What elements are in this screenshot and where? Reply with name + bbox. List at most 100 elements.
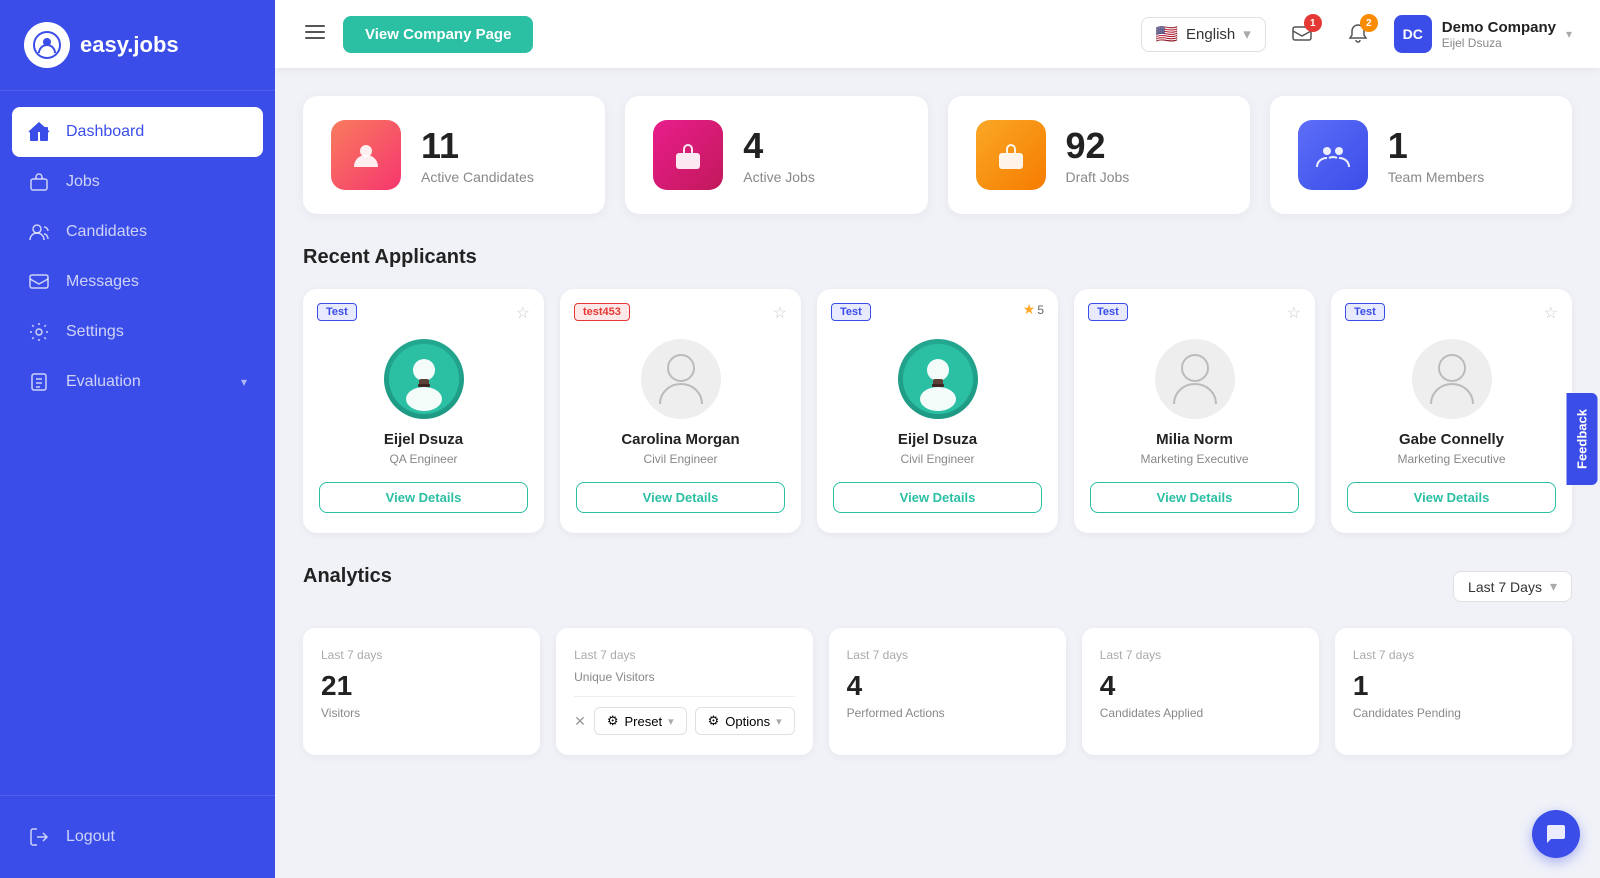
period-selector[interactable]: Last 7 Days ▾ [1453, 571, 1572, 602]
chevron-down-icon: ▾ [1566, 27, 1572, 41]
company-name: Demo Company [1442, 19, 1556, 36]
view-details-button[interactable]: View Details [1347, 482, 1556, 513]
recent-applicants-title: Recent Applicants [303, 246, 1572, 269]
logo-icon [24, 22, 70, 68]
logo: easy.jobs [0, 0, 275, 91]
analytics-period: Last 7 days [321, 648, 522, 662]
period-label: Last 7 Days [1468, 579, 1542, 595]
sidebar-item-label: Messages [66, 273, 139, 291]
options-button[interactable]: ⚙ Options ▾ [695, 707, 795, 735]
sidebar: easy.jobs Dashboard Jobs [0, 0, 275, 878]
language-selector[interactable]: 🇺🇸 English ▾ [1141, 17, 1266, 52]
language-label: English [1186, 26, 1235, 43]
stat-label-team-members: Team Members [1388, 169, 1484, 185]
analytics-period: Last 7 days [574, 648, 795, 662]
analytics-card-candidates-pending: Last 7 days 1 Candidates Pending [1335, 628, 1572, 755]
logout-icon [28, 826, 50, 848]
preset-icon: ⚙ [607, 713, 619, 729]
analytics-sublabel: Performed Actions [847, 706, 1048, 720]
candidate-role: Civil Engineer [900, 452, 974, 466]
analytics-number: 4 [1100, 670, 1301, 702]
header: View Company Page 🇺🇸 English ▾ 1 2 DC De… [275, 0, 1600, 68]
candidate-role: Civil Engineer [643, 452, 717, 466]
candidate-role: Marketing Executive [1397, 452, 1505, 466]
company-info[interactable]: DC Demo Company Eijel Dsuza ▾ [1394, 15, 1572, 53]
star-icon[interactable]: ☆ [516, 303, 530, 323]
company-user: Eijel Dsuza [1442, 36, 1556, 50]
preset-close-icon[interactable]: ✕ [574, 713, 586, 730]
company-avatar: DC [1394, 15, 1432, 53]
applicant-card-0: Test ☆ Eijel Dsuza QA Engineer View Deta… [303, 289, 544, 533]
star-rating: ★ 5 [1023, 301, 1044, 318]
home-icon [28, 121, 50, 143]
analytics-period: Last 7 days [1100, 648, 1301, 662]
candidate-name: Milia Norm [1156, 431, 1233, 448]
briefcase-icon [28, 171, 50, 193]
menu-button[interactable] [303, 20, 327, 49]
view-company-button[interactable]: View Company Page [343, 16, 533, 53]
preset-button[interactable]: ⚙ Preset ▾ [594, 707, 687, 735]
candidate-name: Eijel Dsuza [384, 431, 463, 448]
notifications-button[interactable]: 2 [1338, 14, 1378, 54]
analytics-card-visitors: Last 7 days 21 Visitors [303, 628, 540, 755]
analytics-cards: Last 7 days 21 Visitors Last 7 days Uniq… [303, 628, 1572, 755]
messages-button[interactable]: 1 [1282, 14, 1322, 54]
analytics-period: Last 7 days [1353, 648, 1554, 662]
star-icon[interactable]: ☆ [1544, 303, 1558, 323]
sidebar-item-messages[interactable]: Messages [0, 257, 275, 307]
avatar [384, 339, 464, 419]
feedback-button[interactable]: Feedback [1567, 393, 1598, 485]
candidate-tag: Test [831, 303, 871, 321]
chat-button[interactable] [1532, 810, 1580, 858]
rating-value: 5 [1037, 303, 1044, 317]
star-icon[interactable]: ☆ [773, 303, 787, 323]
stat-number-draft-jobs: 92 [1066, 125, 1130, 167]
candidate-name: Carolina Morgan [621, 431, 739, 448]
logout-section: Logout [0, 795, 275, 878]
main-content: View Company Page 🇺🇸 English ▾ 1 2 DC De… [275, 0, 1600, 878]
chevron-down-icon: ▾ [1550, 578, 1557, 595]
stat-card-active-candidates: 11 Active Candidates [303, 96, 605, 214]
analytics-sublabel: Candidates Applied [1100, 706, 1301, 720]
analytics-number: 1 [1353, 670, 1554, 702]
stat-label-active-candidates: Active Candidates [421, 169, 534, 185]
stat-card-active-jobs: 4 Active Jobs [625, 96, 927, 214]
sidebar-item-label: Settings [66, 323, 124, 341]
logo-text: easy.jobs [80, 32, 179, 58]
sidebar-item-candidates[interactable]: Candidates [0, 207, 275, 257]
flag-icon: 🇺🇸 [1156, 24, 1178, 45]
sidebar-item-logout[interactable]: Logout [0, 812, 275, 862]
applicant-card-1: test453 ☆ Carolina Morgan Civil Engineer… [560, 289, 801, 533]
analytics-sublabel: Visitors [321, 706, 522, 720]
analytics-title: Analytics [303, 565, 392, 588]
team-members-icon-box [1298, 120, 1368, 190]
sidebar-item-settings[interactable]: Settings [0, 307, 275, 357]
sidebar-item-evaluation[interactable]: Evaluation ▾ [0, 357, 275, 407]
analytics-number: 4 [847, 670, 1048, 702]
logout-label: Logout [66, 828, 115, 846]
avatar [1412, 339, 1492, 419]
evaluation-icon [28, 371, 50, 393]
candidate-role: QA Engineer [389, 452, 457, 466]
chevron-down-icon: ▾ [668, 715, 674, 728]
candidate-role: Marketing Executive [1140, 452, 1248, 466]
applicant-card-3: Test ☆ Milia Norm Marketing Executive Vi… [1074, 289, 1315, 533]
view-details-button[interactable]: View Details [319, 482, 528, 513]
candidate-tag: Test [317, 303, 357, 321]
star-icon[interactable]: ☆ [1287, 303, 1301, 323]
chevron-down-icon: ▾ [1243, 25, 1251, 43]
view-details-button[interactable]: View Details [833, 482, 1042, 513]
view-details-button[interactable]: View Details [576, 482, 785, 513]
stats-row: 11 Active Candidates 4 Active Jobs [303, 96, 1572, 214]
view-details-button[interactable]: View Details [1090, 482, 1299, 513]
candidate-name: Eijel Dsuza [898, 431, 977, 448]
sidebar-item-jobs[interactable]: Jobs [0, 157, 275, 207]
candidate-tag: Test [1088, 303, 1128, 321]
messages-icon [28, 271, 50, 293]
options-label: Options [725, 714, 770, 729]
applicant-card-4: Test ☆ Gabe Connelly Marketing Executive… [1331, 289, 1572, 533]
sidebar-item-label: Jobs [66, 173, 100, 191]
sidebar-nav: Dashboard Jobs Candidates [0, 91, 275, 795]
sidebar-item-dashboard[interactable]: Dashboard [12, 107, 263, 157]
draft-jobs-icon-box [976, 120, 1046, 190]
